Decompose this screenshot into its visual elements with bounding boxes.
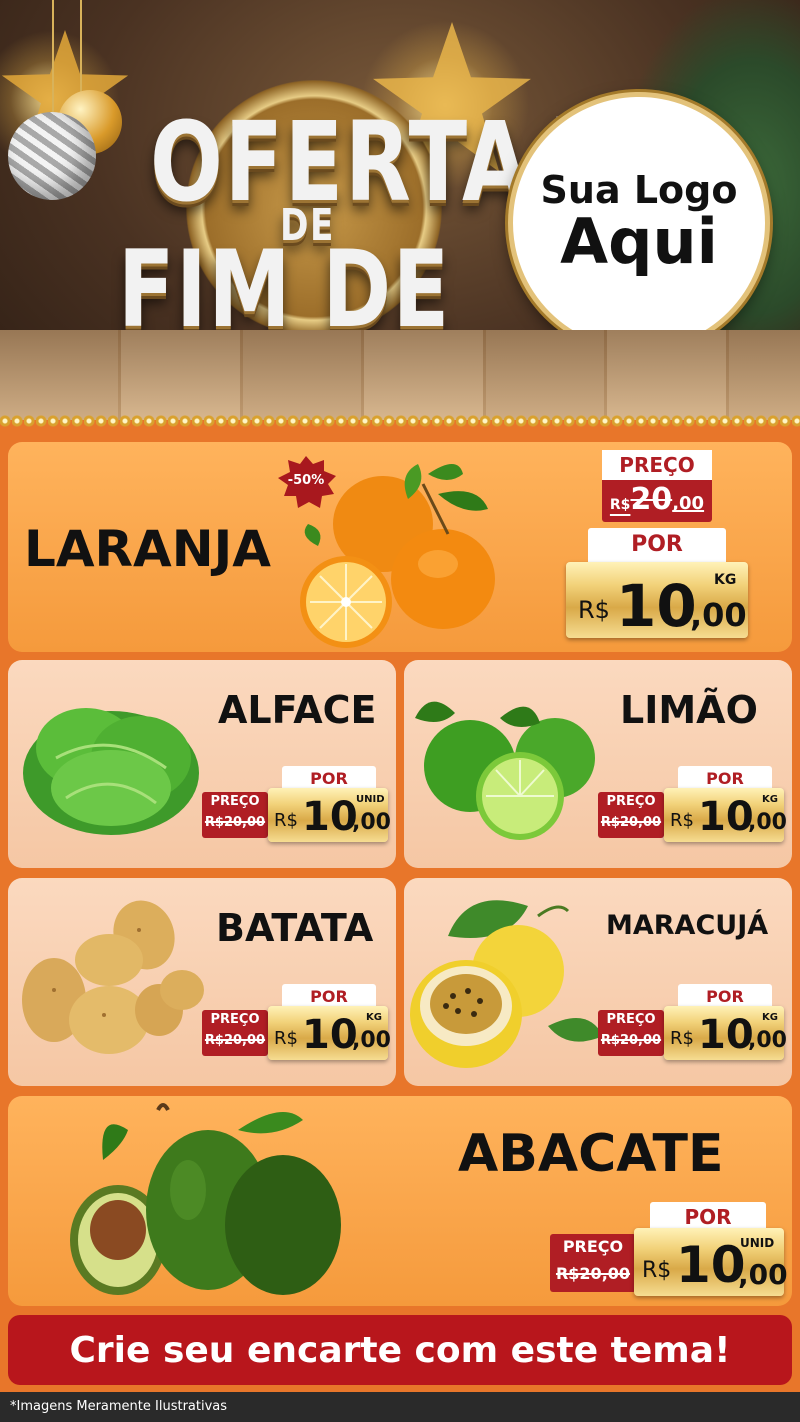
price-dec: ,00 <box>748 810 787 835</box>
price-currency: R$ <box>670 810 694 831</box>
new-price-box: R$ 10 ,00 KG <box>566 562 748 640</box>
old-price-box: PREÇO R$20,00 <box>202 1010 268 1056</box>
price-int: 10 <box>616 572 697 640</box>
old-price-label: PREÇO <box>606 794 656 809</box>
price-unit: KG <box>762 794 778 805</box>
ornament-string <box>80 0 82 92</box>
old-price-label: PREÇO <box>562 1237 624 1256</box>
product-name: ABACATE <box>458 1124 724 1184</box>
old-price-box: PREÇO R$20,00 <box>550 1234 636 1292</box>
potato-image <box>14 900 214 1074</box>
logo-line2: Aqui <box>560 205 718 279</box>
old-price-int: 20 <box>630 482 673 517</box>
discount-badge-text: -50% <box>287 473 325 488</box>
old-price-box: PREÇO R$20,00 <box>602 450 712 522</box>
old-price-value: R$20,00 <box>610 482 704 517</box>
old-price-value: R$20,00 <box>600 815 662 830</box>
logo-placeholder: Sua Logo Aqui <box>508 92 770 354</box>
price-int: 10 <box>302 1012 358 1058</box>
price-currency: R$ <box>670 1028 694 1049</box>
price-currency: R$ <box>274 810 298 831</box>
old-price-label: PREÇO <box>210 1012 260 1027</box>
new-price-box: R$ 10 ,00 KG <box>664 788 787 842</box>
product-name: ALFACE <box>218 688 377 732</box>
logo-line1: Sua Logo <box>540 168 738 213</box>
old-price-box: PREÇO R$20,00 <box>598 792 664 838</box>
product-name: MARACUJÁ <box>606 910 769 941</box>
product-card-batata: BATATA PREÇO R$20,00 POR R$ 10 ,00 KG <box>8 878 396 1086</box>
product-card-alface: ALFACE PREÇO R$20,00 POR R$ 10 ,00 UNID <box>8 660 396 868</box>
old-price-box: PREÇO R$20,00 <box>598 1010 664 1056</box>
product-name: LIMÃO <box>620 688 758 732</box>
price-unit: KG <box>714 572 737 588</box>
avocado-image <box>68 1100 368 1304</box>
ornament-string <box>52 0 54 112</box>
price-dec: ,00 <box>738 1258 788 1291</box>
new-price-box: R$ 10 ,00 UNID <box>268 788 391 842</box>
disclaimer: *Imagens Meramente Ilustrativas <box>0 1392 800 1422</box>
price-currency: R$ <box>578 596 610 624</box>
product-card-laranja: LARANJA PREÇO R$20,00 POR R$ 10 ,00 KG -… <box>8 442 792 652</box>
passion-fruit-image <box>408 886 608 1085</box>
discount-badge: -50% <box>276 456 336 508</box>
old-price-value: R$20,00 <box>204 1033 266 1048</box>
old-price-currency: R$ <box>609 497 631 513</box>
old-price-label: PREÇO <box>210 794 260 809</box>
price-int: 10 <box>698 794 754 840</box>
product-card-abacate: ABACATE PREÇO R$20,00 POR R$ 10 ,00 UNID <box>8 1096 792 1306</box>
old-price-label: PREÇO <box>602 450 712 480</box>
old-price-box: PREÇO R$20,00 <box>202 792 268 838</box>
price-unit: KG <box>366 1012 382 1023</box>
product-card-maracuja: MARACUJÁ PREÇO R$20,00 POR R$ 10 ,00 KG <box>404 878 792 1086</box>
price-dec: ,00 <box>352 1028 391 1053</box>
price-unit: KG <box>762 1012 778 1023</box>
price-currency: R$ <box>642 1258 672 1283</box>
old-price-value: R$20,00 <box>204 815 266 830</box>
old-price-dec: ,00 <box>672 493 705 514</box>
lettuce-image <box>16 688 206 847</box>
cta-banner[interactable]: Crie seu encarte com este tema! <box>8 1315 792 1385</box>
wood-table <box>0 330 800 420</box>
old-price-value: R$20,00 <box>555 1264 631 1283</box>
price-int: 10 <box>698 1012 754 1058</box>
lime-image <box>410 688 600 847</box>
price-currency: R$ <box>274 1028 298 1049</box>
new-price-box: R$ 10 ,00 KG <box>268 1006 391 1060</box>
price-dec: ,00 <box>352 810 391 835</box>
product-name: BATATA <box>216 906 374 950</box>
price-dec: ,00 <box>748 1028 787 1053</box>
price-dec: ,00 <box>690 596 747 634</box>
new-price-box: R$ 10 ,00 KG <box>664 1006 787 1060</box>
old-price-label: PREÇO <box>606 1012 656 1027</box>
price-unit: UNID <box>356 794 385 805</box>
price-int: 10 <box>302 794 358 840</box>
silver-ornament <box>8 112 96 200</box>
old-price-value: R$20,00 <box>600 1033 662 1048</box>
product-card-limao: LIMÃO PREÇO R$20,00 POR R$ 10 ,00 KG <box>404 660 792 868</box>
price-unit: UNID <box>740 1236 775 1250</box>
product-name: LARANJA <box>24 520 271 578</box>
header-banner: OFERTA$ DE FIM DE ANO Sua Logo Aqui <box>0 0 800 420</box>
bead-garland <box>0 414 800 428</box>
price-int: 10 <box>676 1236 746 1294</box>
por-label: POR <box>588 528 726 562</box>
new-price-box: R$ 10 ,00 UNID <box>634 1228 788 1296</box>
